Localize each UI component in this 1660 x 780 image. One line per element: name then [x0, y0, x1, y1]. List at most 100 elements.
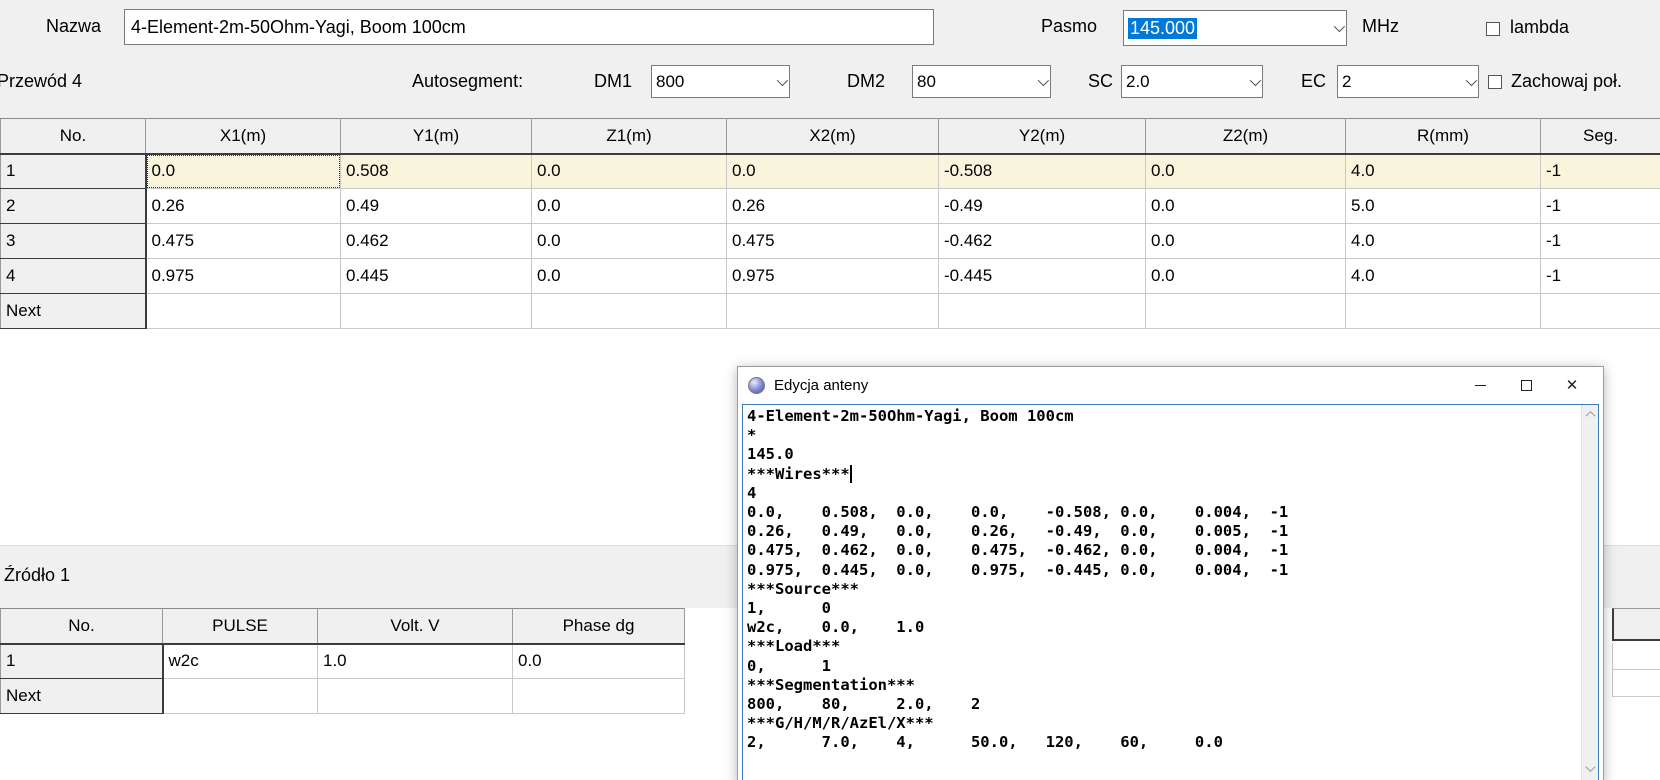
grid-cell[interactable]: 0.0	[532, 154, 727, 189]
grid-cell[interactable]: 0.0	[532, 224, 727, 259]
lambda-label[interactable]: lambda	[1510, 17, 1569, 38]
chevron-down-icon[interactable]	[1334, 21, 1345, 32]
grid-cell[interactable]: 0.0	[1146, 154, 1346, 189]
vertical-scrollbar[interactable]	[1581, 405, 1598, 780]
row-header[interactable]: 2	[1, 189, 146, 224]
grid-cell[interactable]: 0.0	[1146, 259, 1346, 294]
table-row-next: Next	[1, 294, 1660, 329]
grid-cell[interactable]: 0.26	[146, 189, 341, 224]
grid-cell[interactable]	[146, 294, 341, 329]
grid-cell[interactable]: 0.975	[146, 259, 341, 294]
pasmo-label: Pasmo	[1041, 16, 1097, 37]
antenna-name-input[interactable]: 4-Element-2m-50Ohm-Yagi, Boom 100cm	[124, 9, 934, 45]
dm1-label: DM1	[594, 71, 632, 92]
chevron-down-icon[interactable]	[777, 74, 788, 85]
col-header: Volt. V	[318, 609, 513, 644]
grid-cell[interactable]: 0.26	[727, 189, 939, 224]
dm1-value: 800	[656, 72, 777, 92]
grid-cell[interactable]: 0.49	[341, 189, 532, 224]
dm2-combobox[interactable]: 80	[912, 65, 1051, 98]
grid-cell[interactable]: -0.462	[939, 224, 1146, 259]
grid-cell[interactable]: 0.508	[341, 154, 532, 189]
grid-cell[interactable]: -1	[1541, 224, 1660, 259]
zachowaj-label[interactable]: Zachowaj poł.	[1511, 71, 1622, 92]
scroll-down-button[interactable]	[1582, 760, 1599, 777]
grid-cell[interactable]: 0.975	[727, 259, 939, 294]
ec-combobox[interactable]: 2	[1337, 65, 1479, 98]
row-header[interactable]: 3	[1, 224, 146, 259]
grid-cell[interactable]: -1	[1541, 259, 1660, 294]
grid-cell[interactable]: -1	[1541, 154, 1660, 189]
row-header[interactable]: 1	[1, 644, 163, 679]
ec-value: 2	[1342, 72, 1466, 92]
antenna-definition-editbox[interactable]: 4-Element-2m-50Ohm-Yagi, Boom 100cm * 14…	[742, 404, 1599, 780]
table-row: 1 w2c 1.0 0.0	[1, 644, 685, 679]
grid-cell[interactable]	[1146, 294, 1346, 329]
close-icon: ✕	[1566, 378, 1579, 393]
minimize-button[interactable]	[1457, 367, 1503, 403]
grid-cell[interactable]: 0.475	[727, 224, 939, 259]
grid-cell[interactable]: 0.462	[341, 224, 532, 259]
grid-cell[interactable]	[1346, 294, 1541, 329]
table-row: 1 0.0 0.508 0.0 0.0 -0.508 0.0 4.0 -1	[1, 154, 1660, 189]
row-header[interactable]: 1	[1, 154, 146, 189]
maximize-icon	[1521, 380, 1532, 391]
row-header[interactable]: 4	[1, 259, 146, 294]
background-table-header-fragment	[1612, 608, 1660, 641]
grid-cell[interactable]: 0.0	[146, 154, 341, 189]
grid-cell[interactable]: 0.0	[532, 259, 727, 294]
window-title: Edycja anteny	[774, 377, 1457, 394]
table-row: 2 0.26 0.49 0.0 0.26 -0.49 0.0 5.0 -1	[1, 189, 1660, 224]
grid-cell[interactable]: -1	[1541, 189, 1660, 224]
band-value: 145.000	[1128, 18, 1197, 39]
grid-cell[interactable]: 0.0	[1146, 189, 1346, 224]
edycja-anteny-window: Edycja anteny ✕ 4-Element-2m-50Ohm-Yagi,…	[737, 366, 1604, 780]
grid-cell[interactable]: 0.475	[146, 224, 341, 259]
col-header: Z1(m)	[532, 119, 727, 154]
grid-cell[interactable]	[513, 679, 685, 714]
grid-cell[interactable]: 4.0	[1346, 224, 1541, 259]
grid-cell[interactable]: 4.0	[1346, 154, 1541, 189]
mhz-label: MHz	[1362, 16, 1399, 37]
grid-cell[interactable]: -0.445	[939, 259, 1146, 294]
grid-cell[interactable]: 0.445	[341, 259, 532, 294]
dm1-combobox[interactable]: 800	[651, 65, 790, 98]
chevron-down-icon[interactable]	[1038, 74, 1049, 85]
antenna-definition-text[interactable]: 4-Element-2m-50Ohm-Yagi, Boom 100cm * 14…	[743, 405, 1598, 755]
grid-cell[interactable]	[939, 294, 1146, 329]
grid-cell[interactable]	[341, 294, 532, 329]
grid-cell[interactable]: 0.0	[532, 189, 727, 224]
zachowaj-checkbox[interactable]	[1488, 75, 1502, 89]
lambda-checkbox[interactable]	[1486, 22, 1500, 36]
window-titlebar[interactable]: Edycja anteny ✕	[738, 367, 1603, 403]
grid-cell[interactable]: 4.0	[1346, 259, 1541, 294]
col-header: Phase dg	[513, 609, 685, 644]
wires-table: No. X1(m) Y1(m) Z1(m) X2(m) Y2(m) Z2(m) …	[0, 118, 1660, 329]
grid-cell[interactable]	[163, 679, 318, 714]
close-button[interactable]: ✕	[1549, 367, 1595, 403]
grid-cell[interactable]	[532, 294, 727, 329]
scroll-up-button[interactable]	[1582, 406, 1599, 423]
row-header[interactable]: Next	[1, 679, 163, 714]
przewod-label: Przewód 4	[0, 71, 82, 92]
grid-cell[interactable]: 5.0	[1346, 189, 1541, 224]
grid-cell[interactable]: 0.0	[513, 644, 685, 679]
grid-cell[interactable]: -0.508	[939, 154, 1146, 189]
grid-cell[interactable]: 0.0	[727, 154, 939, 189]
grid-cell[interactable]: 0.0	[1146, 224, 1346, 259]
row-header[interactable]: Next	[1, 294, 146, 329]
scroll-down-icon	[1586, 762, 1596, 772]
grid-cell[interactable]	[727, 294, 939, 329]
grid-cell[interactable]	[318, 679, 513, 714]
chevron-down-icon[interactable]	[1466, 74, 1477, 85]
grid-cell[interactable]: -0.49	[939, 189, 1146, 224]
grid-cell[interactable]: 1.0	[318, 644, 513, 679]
grid-cell[interactable]: w2c	[163, 644, 318, 679]
band-combobox[interactable]: 145.000	[1123, 10, 1347, 46]
sc-combobox[interactable]: 2.0	[1121, 65, 1263, 98]
grid-cell[interactable]	[1541, 294, 1660, 329]
maximize-button[interactable]	[1503, 367, 1549, 403]
source-table: No. PULSE Volt. V Phase dg 1 w2c 1.0 0.0…	[0, 608, 685, 714]
source-header-row: No. PULSE Volt. V Phase dg	[1, 609, 685, 644]
chevron-down-icon[interactable]	[1250, 74, 1261, 85]
